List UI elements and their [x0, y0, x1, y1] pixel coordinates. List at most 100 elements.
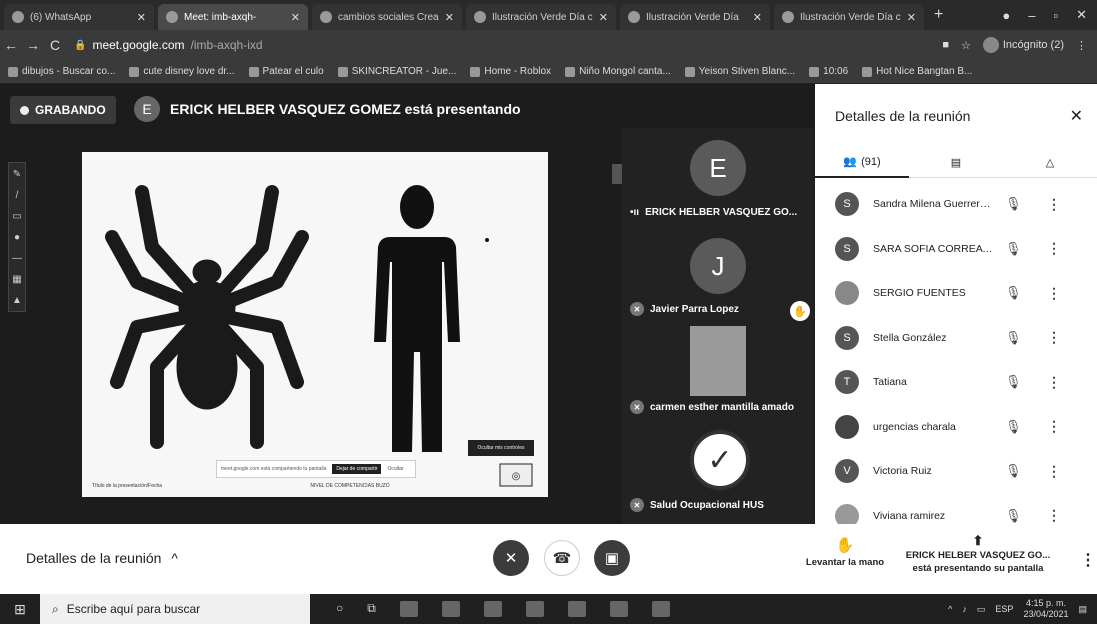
hide-controls-button[interactable]: Ocultar mis controles: [468, 440, 534, 456]
windows-start-icon[interactable]: ⊞: [0, 601, 40, 618]
tab-ilustracion-2[interactable]: Ilustración Verde Día ✕: [620, 4, 770, 30]
hang-up-button[interactable]: ☎: [544, 540, 580, 576]
presenting-status-button[interactable]: ⬆ ERICK HELBER VASQUEZ GO... está presenta…: [898, 534, 1058, 575]
notifications-icon[interactable]: ▤: [1078, 604, 1087, 615]
taskbar-search[interactable]: ⌕ Escribe aquí para buscar: [40, 594, 310, 624]
star-icon[interactable]: ☆: [961, 39, 971, 52]
pen-icon[interactable]: ✎: [13, 169, 21, 180]
maximize-button[interactable]: ▫: [1053, 8, 1058, 23]
participant-photo: [690, 326, 746, 396]
list-item[interactable]: V Victoria Ruiz 🎙︎ ⋮: [815, 449, 1097, 494]
meeting-details-button[interactable]: Detalles de la reunión ^: [26, 550, 178, 566]
tab-cambios[interactable]: cambios sociales Crea ✕: [312, 4, 462, 30]
lang-indicator[interactable]: ESP: [995, 604, 1013, 614]
tab-whatsapp[interactable]: (6) WhatsApp ✕: [4, 4, 154, 30]
reload-button[interactable]: C: [44, 37, 66, 53]
close-icon[interactable]: ✕: [291, 11, 300, 24]
chevron-up-icon[interactable]: ^: [948, 604, 952, 614]
app-icon[interactable]: [567, 601, 586, 617]
kebab-menu-icon[interactable]: ⋮: [1076, 39, 1087, 52]
cortana-icon[interactable]: ○: [336, 601, 343, 617]
pointer-icon[interactable]: ▲: [12, 295, 22, 306]
network-icon[interactable]: ▭: [977, 604, 986, 615]
more-options-icon[interactable]: ⋮: [1047, 507, 1061, 524]
line-icon[interactable]: ―: [12, 253, 22, 264]
incognito-indicator[interactable]: Incógnito (2): [982, 37, 1064, 53]
raise-hand-button[interactable]: ✋ Levantar la mano: [800, 536, 890, 568]
list-item[interactable]: SERGIO FUENTES 🎙︎ ⋮: [815, 271, 1097, 316]
tab-meet[interactable]: Meet: imb-axqh- ✕: [158, 4, 308, 30]
minimize-button[interactable]: –: [1028, 8, 1035, 23]
bookmark-item[interactable]: Home - Roblox: [470, 66, 551, 77]
bookmark-item[interactable]: 10:06: [809, 66, 848, 77]
more-options-icon[interactable]: ⋮: [1047, 374, 1061, 391]
tab-ilustracion-1[interactable]: Ilustración Verde Día c ✕: [466, 4, 616, 30]
bookmark-item[interactable]: Hot Nice Bangtan B...: [862, 66, 972, 77]
bookmark-item[interactable]: dibujos - Buscar co...: [8, 66, 115, 77]
bookmark-item[interactable]: Niño Mongol canta...: [565, 66, 671, 77]
chrome-icon[interactable]: [483, 601, 502, 617]
avatar: [835, 414, 859, 439]
eraser-icon[interactable]: ▭: [12, 211, 21, 222]
scroll-handle[interactable]: [612, 164, 622, 184]
list-item[interactable]: T Tatiana 🎙︎ ⋮: [815, 360, 1097, 405]
globe-icon: [320, 11, 332, 23]
more-options-icon[interactable]: ⋮: [1080, 550, 1096, 570]
grid-icon[interactable]: ▦: [12, 274, 21, 285]
list-item[interactable]: S Stella González 🎙︎ ⋮: [815, 316, 1097, 361]
back-button[interactable]: ←: [0, 37, 22, 53]
more-options-icon[interactable]: ⋮: [1047, 196, 1061, 213]
excel-icon[interactable]: [441, 601, 460, 617]
meeting-stage: GRABANDO E ERICK HELBER VASQUEZ GOMEZ es…: [0, 84, 815, 524]
camera-indicator-icon[interactable]: ■: [942, 39, 949, 51]
powerpoint-icon[interactable]: [525, 601, 544, 617]
mic-off-icon: ✕: [630, 400, 644, 414]
close-icon[interactable]: ✕: [137, 11, 146, 24]
circle-icon[interactable]: ●: [14, 232, 20, 243]
avatar: T: [835, 370, 859, 395]
participant-tile[interactable]: ✓ ✕ Salud Ocupacional HUS: [622, 422, 814, 518]
close-icon[interactable]: ✕: [445, 11, 454, 24]
stop-sharing-button[interactable]: Dejar de compartir: [332, 464, 382, 474]
app-icon[interactable]: [399, 601, 418, 617]
window-close-button[interactable]: ✕: [1076, 7, 1087, 23]
more-options-icon[interactable]: ⋮: [1047, 463, 1061, 480]
more-options-icon[interactable]: ⋮: [1047, 240, 1061, 257]
task-view-icon[interactable]: ⧉: [367, 601, 376, 617]
close-icon[interactable]: ✕: [1070, 106, 1083, 126]
word-icon[interactable]: [609, 601, 628, 617]
participant-tile[interactable]: J ✕ Javier Parra Lopez: [622, 226, 814, 322]
whatsapp-icon: [12, 11, 24, 23]
new-tab-button[interactable]: +: [934, 6, 943, 24]
more-options-icon[interactable]: ⋮: [1047, 285, 1061, 302]
url-field[interactable]: 🔒 meet.google.com/imb-axqh-ixd: [74, 38, 263, 52]
bookmark-item[interactable]: Patear el culo: [248, 66, 324, 77]
list-item[interactable]: S Sandra Milena Guerrero... 🎙︎ ⋮: [815, 182, 1097, 227]
bookmark-item[interactable]: SKINCREATOR - Jue...: [337, 66, 456, 77]
more-options-icon[interactable]: ⋮: [1047, 418, 1061, 435]
marker-icon[interactable]: /: [16, 190, 19, 201]
forward-button[interactable]: →: [22, 37, 44, 53]
bookmark-icon: [129, 66, 140, 77]
record-icon[interactable]: ●: [1002, 8, 1010, 23]
volume-icon[interactable]: ♪: [962, 604, 967, 614]
tab-people[interactable]: 👥 (91): [815, 148, 909, 178]
close-icon[interactable]: ✕: [753, 11, 762, 24]
close-icon[interactable]: ✕: [599, 11, 608, 24]
participant-tile[interactable]: ✕ carmen esther mantilla amado: [622, 324, 814, 420]
bookmark-item[interactable]: cute disney love dr...: [129, 66, 235, 77]
mic-toggle-button[interactable]: ✕: [493, 540, 529, 576]
camera-toggle-button[interactable]: ▣: [594, 540, 630, 576]
list-item[interactable]: urgencias charala 🎙︎ ⋮: [815, 405, 1097, 450]
clock[interactable]: 4:15 p. m. 23/04/2021: [1023, 598, 1068, 620]
close-icon[interactable]: ✕: [907, 11, 916, 24]
tab-activities[interactable]: △: [1003, 148, 1097, 178]
photos-icon[interactable]: [651, 601, 670, 617]
tab-chat[interactable]: ▤: [909, 148, 1003, 178]
list-item[interactable]: S SARA SOFIA CORREA C... 🎙︎ ⋮: [815, 227, 1097, 272]
tab-ilustracion-3[interactable]: Ilustración Verde Día c ✕: [774, 4, 924, 30]
hide-button[interactable]: Ocultar: [387, 466, 403, 472]
bookmark-item[interactable]: Yeison Stiven Blanc...: [684, 66, 795, 77]
participant-tile[interactable]: E •ıı ERICK HELBER VASQUEZ GO...: [622, 128, 814, 224]
more-options-icon[interactable]: ⋮: [1047, 329, 1061, 346]
